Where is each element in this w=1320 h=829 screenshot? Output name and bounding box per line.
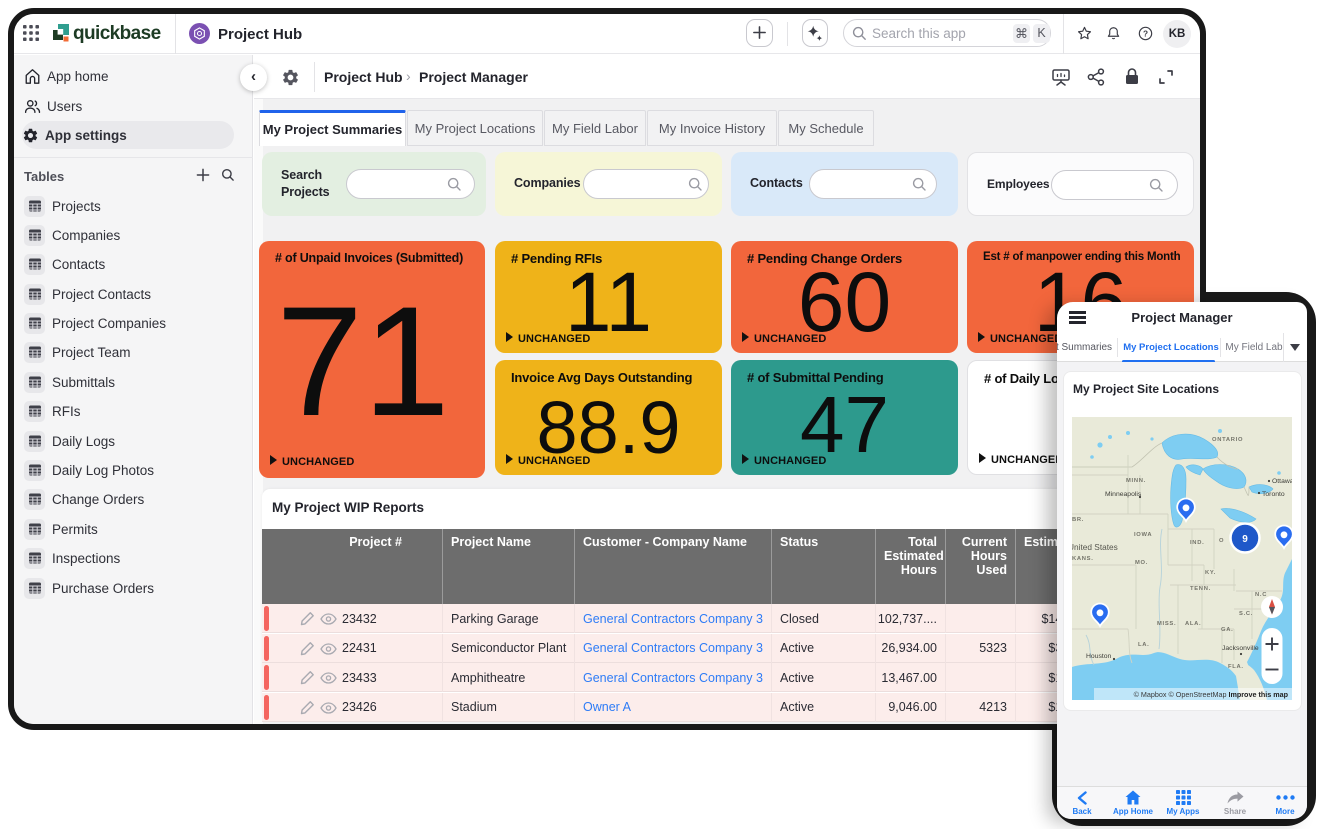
svg-text:O: O bbox=[1219, 538, 1224, 544]
svg-text:KANS.: KANS. bbox=[1072, 556, 1094, 562]
svg-text:?: ? bbox=[1143, 29, 1148, 38]
svg-text:MISS.: MISS. bbox=[1157, 621, 1176, 627]
svg-text:Toronto: Toronto bbox=[1262, 491, 1285, 498]
svg-text:IND.: IND. bbox=[1190, 540, 1204, 546]
svg-text:Minneapolis: Minneapolis bbox=[1105, 491, 1142, 498]
svg-text:Ottawa: Ottawa bbox=[1272, 478, 1292, 485]
svg-text:KY.: KY. bbox=[1205, 570, 1216, 576]
svg-text:GA.: GA. bbox=[1221, 627, 1233, 633]
svg-text:FLA.: FLA. bbox=[1228, 664, 1244, 670]
svg-text:BR.: BR. bbox=[1072, 517, 1084, 523]
svg-text:ONTARIO: ONTARIO bbox=[1212, 437, 1243, 443]
svg-text:S.C.: S.C. bbox=[1239, 611, 1253, 617]
svg-text:MO.: MO. bbox=[1135, 560, 1148, 566]
svg-text:N.C: N.C bbox=[1255, 592, 1267, 598]
svg-text:IOWA: IOWA bbox=[1134, 532, 1152, 538]
svg-text:TENN.: TENN. bbox=[1190, 586, 1211, 592]
svg-text:Houston: Houston bbox=[1086, 653, 1112, 660]
svg-text:ALA.: ALA. bbox=[1185, 621, 1201, 627]
svg-text:MINN.: MINN. bbox=[1126, 478, 1146, 484]
svg-text:LA.: LA. bbox=[1138, 642, 1149, 648]
svg-text:Jacksonville: Jacksonville bbox=[1222, 645, 1259, 652]
svg-text:United States: United States bbox=[1072, 542, 1118, 552]
svg-text:© Mapbox © OpenStreetMap Impro: © Mapbox © OpenStreetMap Improve this ma… bbox=[1134, 690, 1289, 699]
svg-text:9: 9 bbox=[1242, 534, 1248, 545]
